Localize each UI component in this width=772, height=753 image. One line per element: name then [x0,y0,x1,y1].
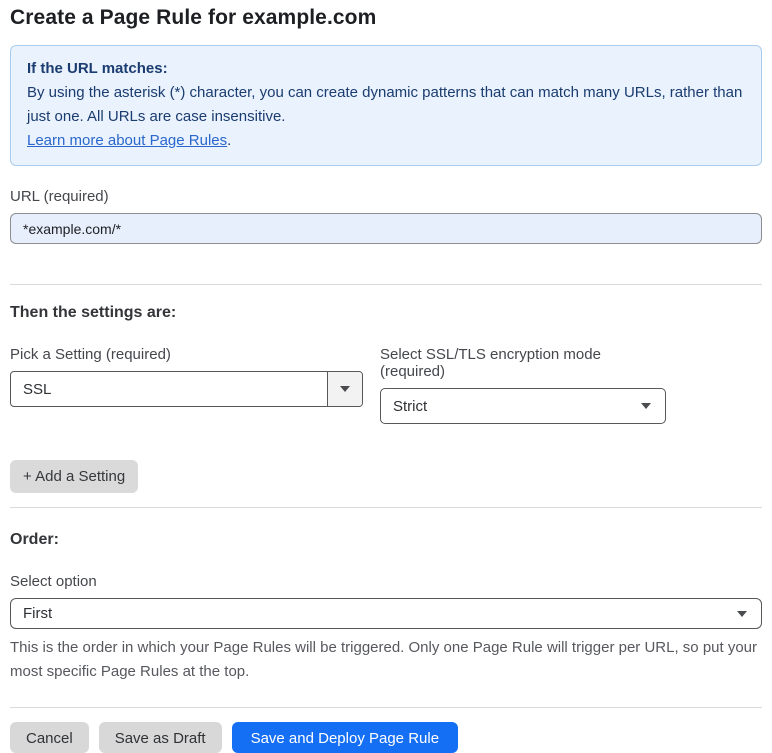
save-deploy-button[interactable]: Save and Deploy Page Rule [231,722,459,753]
page-title: Create a Page Rule for example.com [10,6,377,29]
setting-picker-select[interactable]: SSL [10,371,363,407]
add-setting-button[interactable]: + Add a Setting [10,460,139,493]
learn-more-link[interactable]: Learn more about Page Rules [27,132,227,149]
info-box-link-line: Learn more about Page Rules. [27,129,745,153]
caret-down-icon [641,403,651,409]
order-select[interactable]: First [10,598,762,629]
cancel-button[interactable]: Cancel [10,722,89,753]
footer-divider [10,707,762,708]
setting-picker-value: SSL [23,380,52,398]
ssl-mode-group: Select SSL/TLS encryption mode (required… [380,346,666,424]
order-section-heading: Order: [10,531,59,548]
settings-row: Pick a Setting (required) SSL Select SSL… [10,346,762,424]
url-field-label: URL (required) [10,188,109,205]
save-draft-button[interactable]: Save as Draft [98,722,222,753]
order-help-text: This is the order in which your Page Rul… [10,639,758,680]
info-box-heading: If the URL matches: [27,60,168,77]
link-suffix: . [227,132,232,149]
footer-actions: Cancel Save as Draft Save and Deploy Pag… [10,722,762,753]
ssl-mode-value: Strict [393,397,428,415]
setting-picker-label: Pick a Setting (required) [10,346,171,363]
caret-down-icon [737,610,747,617]
settings-section-heading: Then the settings are: [10,304,177,321]
order-select-label: Select option [10,573,97,590]
section-divider [10,507,762,508]
url-input[interactable] [10,213,762,244]
ssl-mode-label: Select SSL/TLS encryption mode (required… [380,346,601,380]
order-select-value: First [23,605,53,622]
create-page-rule-form: Create a Page Rule for example.com If th… [0,0,772,753]
section-divider [10,284,762,285]
setting-picker-group: Pick a Setting (required) SSL [10,346,363,424]
caret-down-icon [340,386,350,392]
ssl-mode-select[interactable]: Strict [380,388,666,424]
info-box-body: By using the asterisk (*) character, you… [27,84,743,125]
setting-picker-arrow-button[interactable] [327,372,362,406]
url-match-info-box: If the URL matches: By using the asteris… [10,45,762,166]
